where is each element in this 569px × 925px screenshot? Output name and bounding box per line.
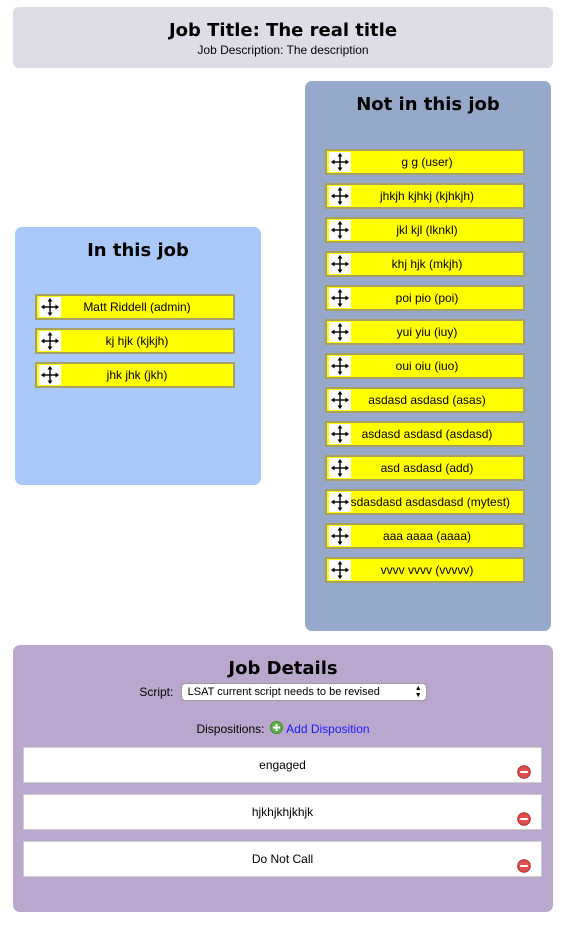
member-label: Matt Riddell (admin) <box>83 300 191 314</box>
member-item[interactable]: khj hjk (mkjh) <box>325 251 525 277</box>
member-item[interactable]: jhk jhk (jkh) <box>35 362 235 388</box>
drag-handle-icon[interactable] <box>329 288 351 308</box>
in-this-job-heading: In this job <box>87 240 189 261</box>
remove-disposition-icon[interactable] <box>517 805 531 839</box>
not-in-this-job-heading: Not in this job <box>356 94 500 115</box>
in-this-job-panel: In this job Matt Riddell (admin) kj hjk (… <box>15 227 261 485</box>
script-label: Script: <box>139 685 174 699</box>
remove-disposition-icon[interactable] <box>517 758 531 792</box>
drag-handle-icon[interactable] <box>329 220 351 240</box>
drag-handle-icon[interactable] <box>329 424 351 444</box>
add-disposition-link[interactable]: Add Disposition <box>286 722 369 736</box>
member-item[interactable]: g g (user) <box>325 149 525 175</box>
member-label: asdasdasd asdasdasd (mytest) <box>343 495 511 509</box>
member-item[interactable]: yui yiu (iuy) <box>325 319 525 345</box>
drag-handle-icon[interactable] <box>329 152 351 172</box>
drag-handle-icon[interactable] <box>329 390 351 410</box>
member-label: asd asdasd (add) <box>380 461 474 475</box>
disposition-label: hjkhjkhjkhjk <box>251 805 314 819</box>
member-label: asdasd asdasd (asdasd) <box>361 427 493 441</box>
member-label: jhk jhk (jkh) <box>106 368 168 382</box>
job-details-panel: Job Details Script: LSAT current script … <box>13 645 553 912</box>
job-title: Job Title: The real title <box>168 20 398 41</box>
select-arrows-icon: ▲ ▼ <box>414 685 422 699</box>
member-item[interactable]: asdasdasd asdasdasd (mytest) <box>325 489 525 515</box>
member-label: jkl kjl (lknkl) <box>396 223 458 237</box>
member-item[interactable]: asd asdasd (add) <box>325 455 525 481</box>
script-select-value: LSAT current script needs to be revised <box>187 686 380 698</box>
member-label: yui yiu (iuy) <box>396 325 458 339</box>
drag-handle-icon[interactable] <box>329 492 351 512</box>
member-item[interactable]: kj hjk (kjkjh) <box>35 328 235 354</box>
script-row: Script: LSAT current script needs to be … <box>13 683 553 701</box>
disposition-label: engaged <box>259 758 306 772</box>
member-item[interactable]: aaa aaaa (aaaa) <box>325 523 525 549</box>
job-header: Job Title: The real title Job Descriptio… <box>13 7 553 68</box>
drag-handle-icon[interactable] <box>329 526 351 546</box>
dispositions-row: Dispositions: Add Disposition <box>13 721 553 737</box>
member-item[interactable]: jhkjh kjhkj (kjhkjh) <box>325 183 525 209</box>
not-in-this-job-list: g g (user) jhkjh kjhkj (kjhkjh) jkl kjl (l… <box>325 149 525 591</box>
not-in-this-job-panel: Not in this job g g (user) jhkjh kjhkj (k… <box>305 81 551 631</box>
drag-handle-icon[interactable] <box>329 458 351 478</box>
member-label: khj hjk (mkjh) <box>391 257 463 271</box>
disposition-item: engaged <box>23 747 542 783</box>
add-icon[interactable] <box>269 721 283 737</box>
disposition-label: Do Not Call <box>251 852 314 866</box>
disposition-item: Do Not Call <box>23 841 542 877</box>
drag-handle-icon[interactable] <box>39 365 61 385</box>
member-label: asdasd asdasd (asas) <box>368 393 486 407</box>
drag-handle-icon[interactable] <box>329 322 351 342</box>
member-item[interactable]: vvvv vvvv (vvvvv) <box>325 557 525 583</box>
drag-handle-icon[interactable] <box>39 297 61 317</box>
member-label: jhkjh kjhkj (kjhkjh) <box>379 189 475 203</box>
drag-handle-icon[interactable] <box>329 560 351 580</box>
member-label: g g (user) <box>401 155 453 169</box>
member-label: aaa aaaa (aaaa) <box>382 529 472 543</box>
member-item[interactable]: asdasd asdasd (asdasd) <box>325 421 525 447</box>
member-item[interactable]: Matt Riddell (admin) <box>35 294 235 320</box>
drag-handle-icon[interactable] <box>329 254 351 274</box>
drag-handle-icon[interactable] <box>39 331 61 351</box>
drag-handle-icon[interactable] <box>329 186 351 206</box>
member-label: vvvv vvvv (vvvvv) <box>380 563 474 577</box>
member-label: poi pio (poi) <box>395 291 459 305</box>
member-item[interactable]: oui oiu (iuo) <box>325 353 525 379</box>
member-label: oui oiu (iuo) <box>395 359 459 373</box>
disposition-item: hjkhjkhjkhjk <box>23 794 542 830</box>
script-select[interactable]: LSAT current script needs to be revised … <box>180 683 427 701</box>
in-this-job-list: Matt Riddell (admin) kj hjk (kjkjh) jhk jh… <box>35 294 235 396</box>
remove-disposition-icon[interactable] <box>517 852 531 886</box>
drag-handle-icon[interactable] <box>329 356 351 376</box>
member-item[interactable]: poi pio (poi) <box>325 285 525 311</box>
dispositions-label: Dispositions: <box>196 722 265 736</box>
member-item[interactable]: jkl kjl (lknkl) <box>325 217 525 243</box>
job-description: Job Description: The description <box>197 43 369 57</box>
member-item[interactable]: asdasd asdasd (asas) <box>325 387 525 413</box>
member-label: kj hjk (kjkjh) <box>105 334 169 348</box>
job-details-heading: Job Details <box>228 658 338 679</box>
